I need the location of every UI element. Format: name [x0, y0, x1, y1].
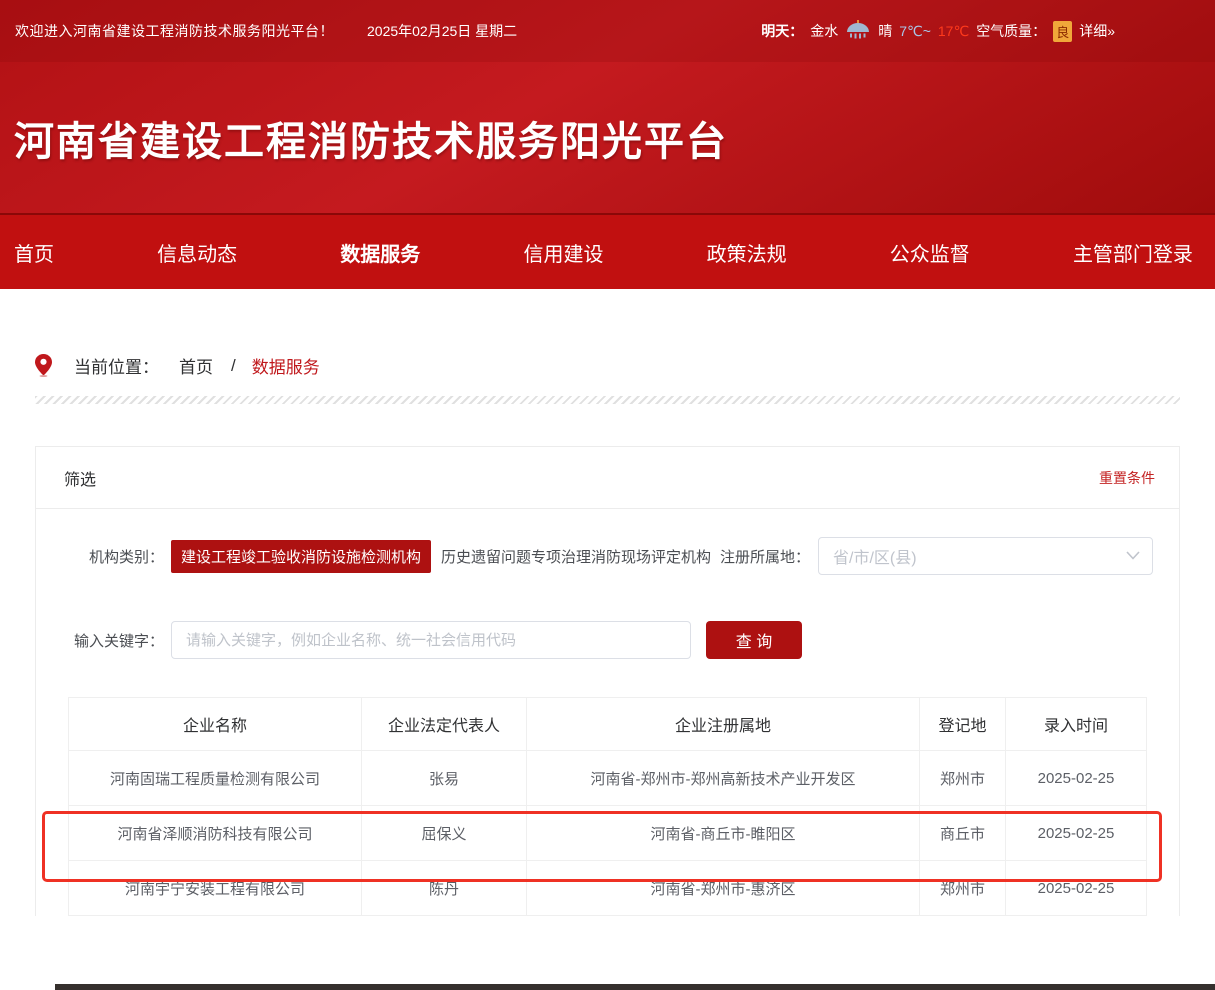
weather-icon	[845, 20, 871, 43]
welcome-text: 欢迎进入河南省建设工程消防技术服务阳光平台！	[15, 21, 334, 41]
date-text: 2025年02月25日 星期二	[367, 21, 517, 41]
category-filter-row: 机构类别： 建设工程竣工验收消防设施检测机构 历史遗留问题专项治理消防现场评定机…	[36, 537, 1179, 575]
category-label: 机构类别：	[36, 546, 164, 567]
filter-panel-header: 筛选 重置条件	[36, 447, 1179, 509]
cell-registration-city: 商丘市	[920, 806, 1006, 861]
cell-legal-rep: 屈保义	[362, 806, 527, 861]
weather-tomorrow-label: 明天：	[761, 21, 803, 41]
region-select[interactable]: 省/市/区(县)	[818, 537, 1153, 575]
nav-item-admin-login[interactable]: 主管部门登录	[1073, 238, 1193, 267]
filter-body: 机构类别： 建设工程竣工验收消防设施检测机构 历史遗留问题专项治理消防现场评定机…	[36, 509, 1179, 659]
cell-company-name: 河南省泽顺消防科技有限公司	[69, 806, 362, 861]
breadcrumb-current-link[interactable]: 数据服务	[252, 353, 320, 378]
cell-registered-region: 河南省-郑州市-郑州高新技术产业开发区	[527, 751, 920, 806]
temp-high: 17℃	[938, 23, 969, 40]
category-option-unselected[interactable]: 历史遗留问题专项治理消防现场评定机构	[441, 546, 711, 567]
table-row[interactable]: 河南省泽顺消防科技有限公司 屈保义 河南省-商丘市-睢阳区 商丘市 2025-0…	[69, 806, 1147, 861]
keyword-label: 输入关键字：	[36, 630, 164, 651]
results-table: 企业名称 企业法定代表人 企业注册属地 登记地 录入时间 河南固瑞工程质量检测有…	[68, 697, 1147, 916]
topbar: 欢迎进入河南省建设工程消防技术服务阳光平台！ 2025年02月25日 星期二 明…	[0, 0, 1215, 62]
temp-low: 7℃~	[899, 23, 931, 40]
region-filter-group: 注册所属地： 省/市/区(县)	[720, 537, 1179, 575]
nav-item-policy[interactable]: 政策法规	[707, 238, 787, 267]
weather-detail-link[interactable]: 详细»	[1079, 21, 1115, 41]
nav-item-data-service[interactable]: 数据服务	[340, 238, 420, 267]
region-label: 注册所属地：	[720, 546, 810, 567]
keyword-filter-row: 输入关键字： 查 询	[36, 621, 1179, 659]
cell-registration-city: 郑州市	[920, 751, 1006, 806]
table-row[interactable]: 河南固瑞工程质量检测有限公司 张易 河南省-郑州市-郑州高新技术产业开发区 郑州…	[69, 751, 1147, 806]
col-registration-city: 登记地	[920, 698, 1006, 751]
reset-filters-link[interactable]: 重置条件	[1099, 468, 1155, 488]
cell-entry-date: 2025-02-25	[1006, 806, 1147, 861]
keyword-input[interactable]	[171, 621, 691, 659]
site-banner: 河南省建设工程消防技术服务阳光平台	[0, 62, 1215, 213]
col-company-name: 企业名称	[69, 698, 362, 751]
nav-item-credit[interactable]: 信用建设	[523, 238, 603, 267]
weather-condition: 晴	[878, 21, 892, 41]
cell-company-name: 河南宇宁安装工程有限公司	[69, 861, 362, 916]
breadcrumb-separator: /	[231, 356, 236, 376]
nav-item-supervision[interactable]: 公众监督	[890, 238, 970, 267]
cell-entry-date: 2025-02-25	[1006, 751, 1147, 806]
breadcrumb-home-link[interactable]: 首页	[179, 353, 213, 378]
nav-item-home[interactable]: 首页	[14, 238, 54, 267]
nav-item-news[interactable]: 信息动态	[157, 238, 237, 267]
table-header-row: 企业名称 企业法定代表人 企业注册属地 登记地 录入时间	[69, 698, 1147, 751]
location-pin-icon	[35, 354, 52, 377]
cell-company-name: 河南固瑞工程质量检测有限公司	[69, 751, 362, 806]
cell-legal-rep: 张易	[362, 751, 527, 806]
breadcrumb-label: 当前位置：	[74, 353, 159, 378]
cell-entry-date: 2025-02-25	[1006, 861, 1147, 916]
air-quality-badge: 良	[1053, 21, 1072, 42]
footer-bar	[55, 984, 1215, 990]
air-quality-label: 空气质量：	[976, 21, 1046, 41]
col-entry-date: 录入时间	[1006, 698, 1147, 751]
site-header: 欢迎进入河南省建设工程消防技术服务阳光平台！ 2025年02月25日 星期二 明…	[0, 0, 1215, 215]
cell-registered-region: 河南省-商丘市-睢阳区	[527, 806, 920, 861]
col-registered-region: 企业注册属地	[527, 698, 920, 751]
breadcrumb: 当前位置： 首页 / 数据服务	[35, 353, 1215, 378]
weather-widget: 明天： 金水 晴 7℃~ 17℃ 空气质量： 良 详细»	[761, 20, 1215, 43]
filter-panel: 筛选 重置条件 机构类别： 建设工程竣工验收消防设施检测机构 历史遗留问题专项治…	[35, 446, 1180, 916]
col-legal-rep: 企业法定代表人	[362, 698, 527, 751]
cell-registration-city: 郑州市	[920, 861, 1006, 916]
table-row[interactable]: 河南宇宁安装工程有限公司 陈丹 河南省-郑州市-惠济区 郑州市 2025-02-…	[69, 861, 1147, 916]
chevron-down-icon	[1126, 547, 1140, 565]
slash-divider	[35, 396, 1180, 404]
main-nav: 首页 信息动态 数据服务 信用建设 政策法规 公众监督 主管部门登录	[0, 215, 1215, 289]
site-title: 河南省建设工程消防技术服务阳光平台	[14, 109, 728, 167]
weather-district: 金水	[810, 21, 838, 41]
category-option-selected[interactable]: 建设工程竣工验收消防设施检测机构	[171, 540, 431, 573]
search-button[interactable]: 查 询	[706, 621, 802, 659]
filter-title: 筛选	[64, 466, 96, 490]
main-content: 当前位置： 首页 / 数据服务 筛选 重置条件 机构类别： 建设工程竣工验收消防…	[0, 353, 1215, 990]
cell-legal-rep: 陈丹	[362, 861, 527, 916]
region-select-placeholder: 省/市/区(县)	[833, 544, 917, 568]
cell-registered-region: 河南省-郑州市-惠济区	[527, 861, 920, 916]
